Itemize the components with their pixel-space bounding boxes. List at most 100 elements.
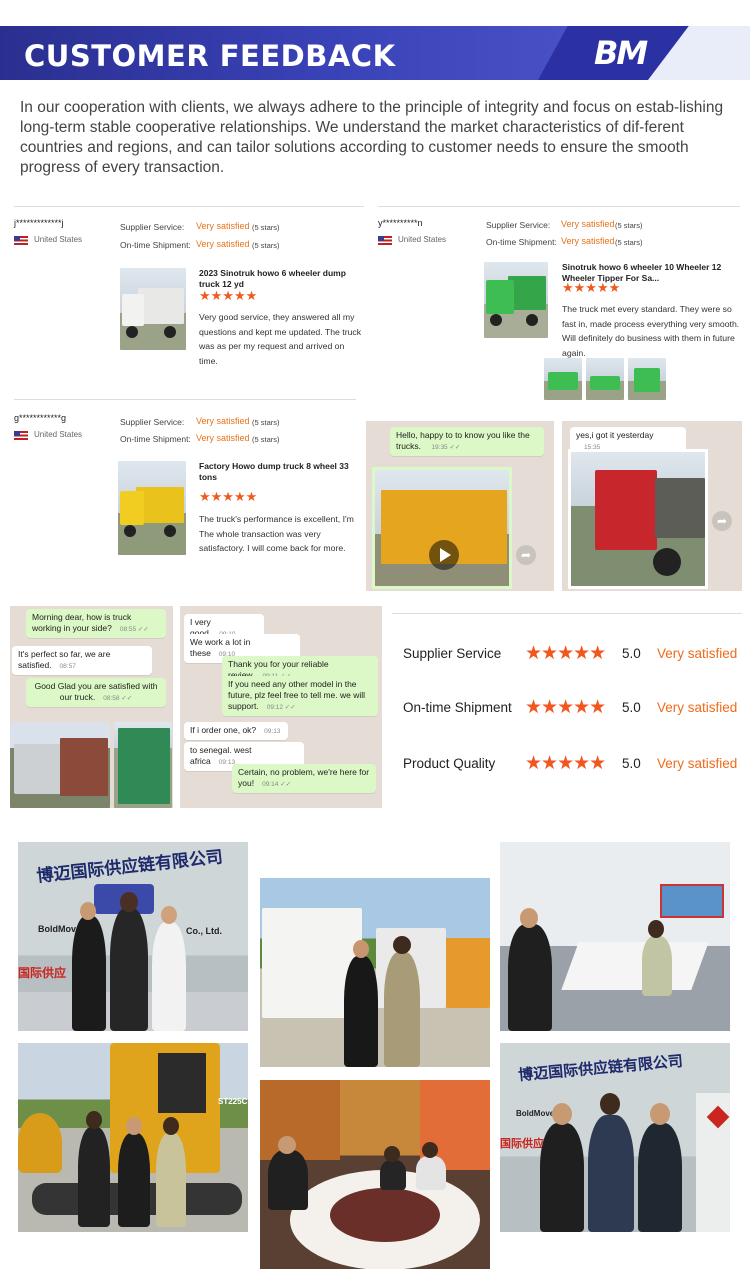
photo-office-sign: 博迈国际供应链有限公司 BoldMove Co., Ltd. 国际供应 — [18, 842, 248, 1031]
supplier-service-stars: (5 stars) — [615, 221, 643, 230]
supplier-service-label: Supplier Service: — [486, 220, 551, 230]
chat-screenshot-3: Morning dear, how is truck working in yo… — [10, 606, 173, 808]
sign-chinese-text: 博迈国际供应链有限公司 — [35, 847, 224, 887]
chat-message: If i order one, ok? 09:13 — [184, 722, 288, 740]
summary-stars: ★★★★★ — [525, 753, 606, 774]
chat-screenshot-1: Hello, happy to to know you like the tru… — [366, 421, 554, 591]
photo-dinner — [260, 1080, 490, 1269]
review-card-2: y**********n United States Supplier Serv… — [378, 218, 740, 408]
review-rating-stars: ★★★★★ — [199, 288, 258, 303]
supplier-service-value: Very satisfied — [196, 416, 250, 426]
chat-message-text: If i order one, ok? — [190, 725, 257, 735]
intro-paragraph: In our cooperation with clients, we alwa… — [20, 99, 724, 176]
chat-time: 08:58 ✓✓ — [103, 695, 133, 702]
summary-text: Very satisfied — [657, 700, 738, 715]
us-flag-icon — [14, 236, 28, 245]
company-logo: BM — [594, 34, 648, 72]
shipment-stars: (5 stars) — [252, 435, 280, 444]
photo-office-group: 博迈国际供应链有限公司 BoldMove 国际供应 — [500, 1043, 730, 1232]
divider — [14, 206, 364, 207]
review-rating-stars: ★★★★★ — [562, 280, 621, 295]
play-button[interactable] — [429, 540, 459, 570]
thumbnail-image — [544, 358, 582, 400]
excavator-model-label: ST225C — [218, 1097, 248, 1106]
photo-trucks-yard — [260, 878, 490, 1067]
summary-row-shipment: On-time Shipment ★★★★★ 5.0 Very satisfie… — [403, 696, 743, 720]
chat-time: 19:35 ✓✓ — [431, 444, 461, 451]
review-truck-image — [120, 268, 186, 350]
chat-screenshot-4: I very good.09:10 We work a lot in these… — [180, 606, 382, 808]
chat-message: If you need any other model in the futur… — [222, 676, 378, 716]
chat-message: Good Glad you are satisfied with our tru… — [26, 678, 166, 707]
chat-time: 08:55 ✓✓ — [119, 626, 149, 633]
thumbnail-image — [586, 358, 624, 400]
shipment-value: Very satisfied — [196, 239, 250, 249]
review-truck-image — [118, 461, 186, 555]
chat-message: Morning dear, how is truck working in yo… — [26, 609, 166, 638]
supplier-service-stars: (5 stars) — [252, 418, 280, 427]
play-icon — [440, 548, 451, 562]
summary-text: Very satisfied — [657, 646, 738, 661]
summary-stars: ★★★★★ — [525, 643, 606, 664]
review-product-title: 2023 Sinotruk howo 6 wheeler dump truck … — [199, 268, 346, 289]
chat-time: 09:12 ✓✓ — [266, 704, 296, 711]
review-country: United States — [34, 430, 83, 439]
summary-label: Supplier Service — [403, 646, 502, 661]
chat-message-text: Certain, no problem, we're here for you! — [238, 767, 370, 788]
review-text: Very good service, they answered all my … — [199, 312, 362, 366]
chat-time: 09:14 ✓✓ — [262, 781, 292, 788]
divider — [378, 206, 740, 207]
shipment-label: On-time Shipment: — [486, 237, 557, 247]
shipment-label: On-time Shipment: — [120, 240, 191, 250]
chat-message-text: Hello, happy to to know you like the tru… — [396, 430, 530, 451]
supplier-service-label: Supplier Service: — [120, 417, 185, 427]
review-card-1: j*************j United States Supplier S… — [14, 218, 364, 388]
sign-red-text: 国际供应 — [18, 966, 67, 980]
supplier-service-label: Supplier Service: — [120, 222, 185, 232]
shipment-value: Very satisfied — [561, 236, 615, 246]
truck-photo — [114, 722, 172, 808]
chat-screenshot-2: yes,i got it yesterday 15:35 ➦ — [562, 421, 742, 591]
review-product-title: Factory Howo dump truck 8 wheel 33 tons — [199, 461, 349, 482]
divider — [392, 613, 742, 614]
sign-red-text: 国际供应 — [500, 1137, 544, 1150]
photo-office-meeting — [500, 842, 730, 1031]
us-flag-icon — [14, 431, 28, 440]
us-flag-icon — [378, 236, 392, 245]
chat-message-text: Good Glad you are satisfied with our tru… — [34, 681, 158, 702]
header-banner: CUSTOMER FEEDBACK BM — [0, 26, 750, 82]
shipment-value: Very satisfied — [196, 433, 250, 443]
chat-message: It's perfect so far, we are satisfied. 08… — [12, 646, 152, 675]
truck-photo[interactable] — [568, 449, 708, 589]
sign-english-suffix: Co., Ltd. — [186, 926, 222, 936]
supplier-service-value: Very satisfied — [196, 221, 250, 231]
divider — [14, 399, 356, 400]
chat-message-text: yes,i got it yesterday — [576, 430, 654, 440]
chat-time: 08:57 — [59, 663, 76, 670]
supplier-service-value: Very satisfied — [561, 219, 615, 229]
shipment-label: On-time Shipment: — [120, 434, 191, 444]
shipment-stars: (5 stars) — [252, 241, 280, 250]
review-user: y**********n — [378, 218, 423, 228]
page-title: CUSTOMER FEEDBACK — [24, 39, 396, 73]
summary-stars: ★★★★★ — [525, 697, 606, 718]
review-truck-image — [484, 262, 548, 338]
chat-message-text: If you need any other model in the futur… — [228, 679, 366, 711]
review-text: The truck's performance is excellent, I'… — [199, 514, 354, 553]
summary-label: Product Quality — [403, 756, 496, 771]
photo-excavator-yard: ST225C — [18, 1043, 248, 1232]
summary-score: 5.0 — [622, 646, 641, 661]
sign-chinese-text: 博迈国际供应链有限公司 — [517, 1051, 684, 1085]
chat-message-text: Morning dear, how is truck working in yo… — [32, 612, 132, 633]
thumbnail-image — [628, 358, 666, 400]
review-card-3: g************g United States Supplier Se… — [14, 413, 364, 583]
forward-icon[interactable]: ➦ — [516, 545, 536, 565]
chat-message: Certain, no problem, we're here for you!… — [232, 764, 376, 793]
summary-row-supplier: Supplier Service ★★★★★ 5.0 Very satisfie… — [403, 642, 743, 666]
chat-time: 09:13 — [264, 728, 281, 735]
truck-video[interactable] — [372, 467, 512, 589]
review-text: The truck met every standard. They were … — [562, 304, 740, 358]
review-user: g************g — [14, 413, 67, 423]
forward-icon[interactable]: ➦ — [712, 511, 732, 531]
summary-score: 5.0 — [622, 756, 641, 771]
